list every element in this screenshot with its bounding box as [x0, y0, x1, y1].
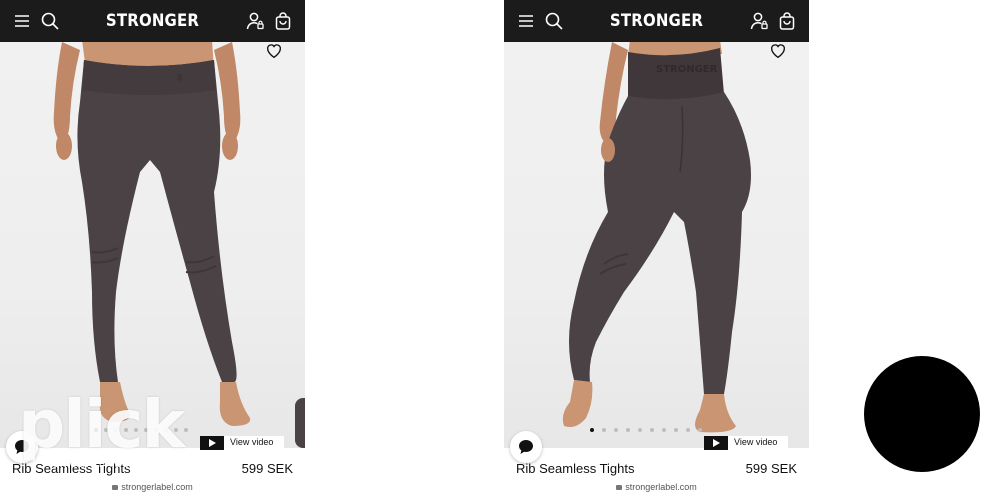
account-icon[interactable]: [749, 11, 769, 31]
carousel-dot[interactable]: [602, 428, 606, 432]
product-image-back[interactable]: STRONGER: [504, 42, 809, 448]
carousel-dot[interactable]: [662, 428, 666, 432]
lock-icon: [616, 485, 623, 490]
url-text: strongerlabel.com: [121, 482, 193, 492]
next-image-peek[interactable]: [295, 398, 305, 448]
product-price: 599 SEK: [241, 461, 293, 476]
carousel-dot[interactable]: [638, 428, 642, 432]
carousel-dot[interactable]: [686, 428, 690, 432]
carousel-dot[interactable]: [614, 428, 618, 432]
image-carousel-dots[interactable]: [504, 428, 809, 434]
url-text: strongerlabel.com: [625, 482, 697, 492]
plick-watermark: plick circular fashion: [18, 392, 218, 482]
watermark-word: plick: [18, 386, 186, 463]
account-icon[interactable]: [245, 11, 265, 31]
view-video-label: View video: [734, 437, 778, 447]
play-icon: [704, 436, 728, 450]
browser-url-bar[interactable]: strongerlabel.com: [504, 482, 809, 492]
phone-screen-back: STRONGER STRONGER View video Rib Seamles…: [504, 0, 809, 496]
svg-text:S: S: [176, 73, 184, 84]
chat-button[interactable]: [510, 431, 542, 463]
phone-screen-front: STRONGER S View video Rib Seamless Tight…: [0, 0, 305, 496]
watermark-tagline: circular fashion: [52, 456, 160, 470]
top-navbar: STRONGER: [504, 0, 809, 42]
carousel-dot[interactable]: [698, 428, 702, 432]
heart-icon[interactable]: [265, 42, 283, 60]
view-video-tab[interactable]: View video: [704, 436, 788, 450]
browser-url-bar[interactable]: strongerlabel.com: [0, 482, 305, 492]
product-name[interactable]: Rib Seamless Tights: [516, 461, 635, 476]
cart-icon[interactable]: [777, 11, 797, 31]
cart-icon[interactable]: [273, 11, 293, 31]
record-button[interactable]: [864, 356, 980, 472]
chat-icon: [519, 440, 533, 454]
heart-icon[interactable]: [769, 42, 787, 60]
carousel-dot[interactable]: [674, 428, 678, 432]
carousel-dot[interactable]: [650, 428, 654, 432]
view-video-label: View video: [230, 437, 274, 447]
waistband-logo: STRONGER: [656, 64, 718, 75]
carousel-dot[interactable]: [626, 428, 630, 432]
carousel-dot[interactable]: [590, 428, 594, 432]
top-navbar: STRONGER: [0, 0, 305, 42]
lock-icon: [112, 485, 119, 490]
product-price: 599 SEK: [745, 461, 797, 476]
